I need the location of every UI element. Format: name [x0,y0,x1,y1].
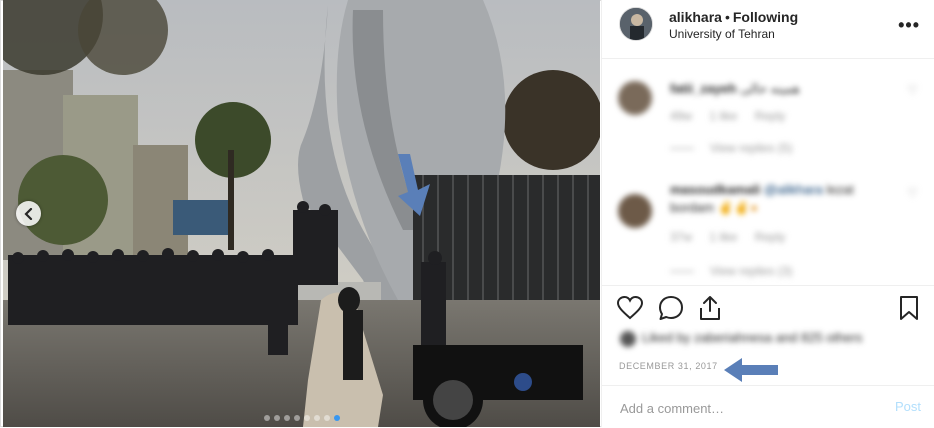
annotation-arrow-left-icon [724,358,778,382]
comment-username[interactable]: fatii_zayeh [670,81,736,96]
comment-text-line2: bordam ✌✌● [670,200,758,216]
carousel-dot [293,415,300,421]
comment-text: fatii_zayeh همینه حالی [670,81,800,97]
carousel-dot [273,415,280,421]
comment-username[interactable]: masoudkamali [670,182,760,197]
comment-reply[interactable]: Reply [755,230,786,244]
likes-summary[interactable]: Liked by zaberiahnesa and 825 others [620,330,862,347]
previous-photo-button[interactable] [16,201,41,226]
comment-mention[interactable]: @alikhara [764,182,823,197]
avatar-photo [620,8,652,40]
carousel-dot [263,415,270,421]
carousel-dot [283,415,290,421]
more-options-icon[interactable]: ••• [898,15,920,36]
comments-list[interactable]: fatii_zayeh همینه حالی ♡ 49w 1 like Repl… [602,60,934,285]
heart-outline-icon[interactable]: ♡ [907,83,918,97]
post-photo[interactable] [3,0,600,427]
comment-icon[interactable] [657,294,685,322]
post-date[interactable]: DECEMBER 31, 2017 [619,361,718,371]
comment-input[interactable] [618,394,872,422]
comment-likes[interactable]: 1 like [709,230,737,244]
add-comment-section: Post [602,385,934,428]
author-line: alikhara • Following [669,9,798,25]
heart-outline-icon[interactable]: ♡ [907,186,918,200]
comment-age: 37w [670,230,693,244]
comment-emoji: ✌✌● [717,200,758,215]
comment-avatar[interactable] [618,194,652,228]
liker-avatar [620,330,636,347]
comment-meta: 49w 1 like Reply [670,109,799,123]
carousel-dots [3,415,600,421]
comment-age: 49w [670,109,693,123]
comment-meta: 37w 1 like Reply [670,230,799,244]
comment-body: همینه حالی [740,81,800,96]
comment-likes[interactable]: 1 like [709,109,737,123]
carousel-dot [333,415,340,421]
bookmark-icon[interactable] [895,294,923,322]
following-button[interactable]: Following [733,9,798,25]
header-separator: • [724,9,730,25]
carousel-dot [323,415,330,421]
comment-avatar[interactable] [618,81,652,115]
share-icon[interactable] [696,294,724,322]
post-location[interactable]: University of Tehran [669,27,775,41]
view-replies-link[interactable]: View replies (5) [670,141,792,155]
heart-icon[interactable] [616,294,644,322]
annotation-arrow-down-icon [398,154,430,216]
chevron-left-icon [23,207,32,220]
post-header: alikhara • Following University of Tehran … [602,0,934,59]
protest-scene-image [3,0,600,427]
comment-text: masoudkamali @alikhara lezat [670,182,854,197]
carousel-dot [313,415,320,421]
comment-body-2: bordam [670,200,715,215]
view-replies-link[interactable]: View replies (3) [670,264,792,278]
carousel-dot [303,415,310,421]
comment-body: lezat [826,182,854,197]
author-username[interactable]: alikhara [669,9,722,25]
post-comment-button[interactable]: Post [895,399,921,414]
author-avatar[interactable] [619,7,653,41]
comment-reply[interactable]: Reply [755,109,786,123]
likes-text: Liked by zaberiahnesa and 825 others [642,330,863,345]
